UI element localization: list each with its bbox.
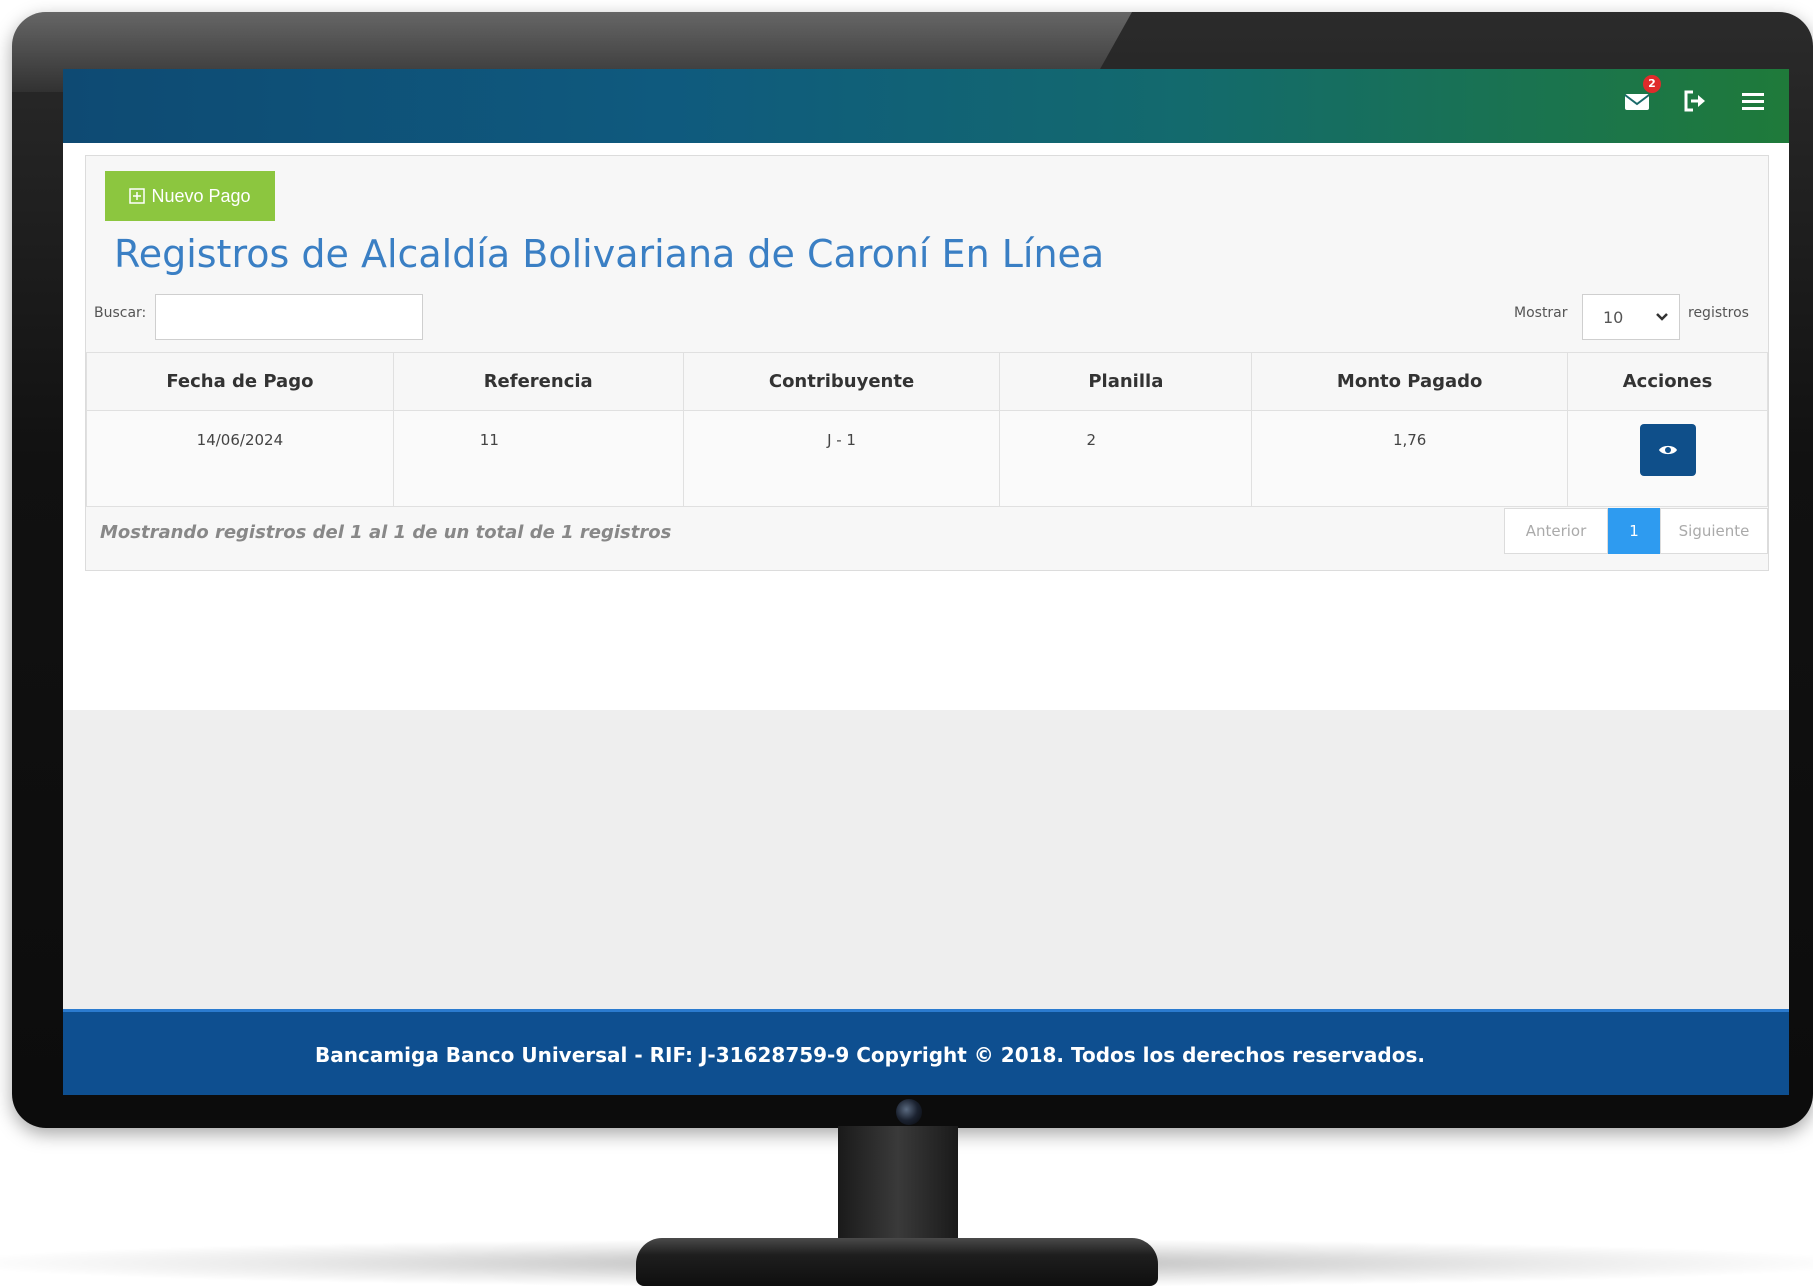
- payments-table: Fecha de Pago Referencia Contribuyente P…: [86, 352, 1768, 507]
- new-payment-button[interactable]: Nuevo Pago: [105, 171, 275, 221]
- table-header-row: Fecha de Pago Referencia Contribuyente P…: [86, 352, 1768, 411]
- cell-contribuyente: J - 1: [682, 410, 1001, 507]
- column-header-fecha[interactable]: Fecha de Pago: [86, 352, 394, 411]
- column-header-monto[interactable]: Monto Pagado: [1251, 352, 1569, 411]
- pagination-previous[interactable]: Anterior: [1504, 508, 1608, 554]
- mail-icon[interactable]: 2: [1623, 75, 1661, 115]
- view-record-button[interactable]: [1639, 424, 1696, 476]
- column-header-acciones: Acciones: [1567, 352, 1768, 411]
- page-length-select[interactable]: 10: [1582, 294, 1680, 340]
- new-payment-label: Nuevo Pago: [151, 185, 251, 206]
- column-header-referencia[interactable]: Referencia: [392, 352, 684, 411]
- footer-copyright: Bancamiga Banco Universal - RIF: J-31628…: [315, 1043, 1425, 1067]
- pagination-next[interactable]: Siguiente: [1660, 508, 1768, 554]
- length-prefix-label: Mostrar: [1514, 305, 1568, 321]
- monitor-stand-neck: [838, 1126, 958, 1244]
- monitor-bezel: 2 Nuevo Pago Registros de Alcaldía Boliv…: [12, 12, 1813, 1128]
- monitor-stand-base: [636, 1238, 1158, 1286]
- top-navbar: 2: [63, 69, 1789, 143]
- navbar-actions: 2: [1623, 75, 1767, 115]
- eye-icon: [1658, 445, 1677, 455]
- column-header-planilla[interactable]: Planilla: [999, 352, 1253, 411]
- menu-icon[interactable]: [1739, 87, 1767, 115]
- cell-planilla: 2: [999, 410, 1253, 507]
- cell-fecha: 14/06/2024: [86, 410, 394, 507]
- pagination-page-1[interactable]: 1: [1608, 508, 1660, 554]
- cell-monto: 1,76: [1251, 410, 1569, 507]
- pagination: Anterior 1 Siguiente: [1504, 508, 1768, 554]
- table-row: 14/06/2024 11 J - 1 2 1,76: [86, 410, 1768, 507]
- records-panel: Nuevo Pago Registros de Alcaldía Bolivar…: [85, 155, 1769, 571]
- search-label: Buscar:: [94, 305, 147, 321]
- logout-icon[interactable]: [1681, 87, 1709, 115]
- webcam-icon: [896, 1099, 922, 1125]
- cell-acciones: [1567, 410, 1768, 507]
- chevron-down-icon: [1656, 313, 1668, 321]
- cell-referencia: 11: [392, 410, 684, 507]
- notification-badge: 2: [1643, 75, 1661, 93]
- page-title: Registros de Alcaldía Bolivariana de Car…: [114, 232, 1105, 276]
- page-footer: Bancamiga Banco Universal - RIF: J-31628…: [63, 1009, 1789, 1095]
- length-suffix-label: registros: [1688, 305, 1749, 321]
- page-length-value: 10: [1603, 307, 1624, 327]
- table-info: Mostrando registros del 1 al 1 de un tot…: [100, 522, 672, 543]
- main-content: Nuevo Pago Registros de Alcaldía Bolivar…: [63, 143, 1789, 710]
- search-input[interactable]: [155, 294, 423, 340]
- plus-square-icon: [129, 188, 146, 204]
- column-header-contribuyente[interactable]: Contribuyente: [682, 352, 1001, 411]
- browser-screen: 2 Nuevo Pago Registros de Alcaldía Boliv…: [63, 69, 1789, 1095]
